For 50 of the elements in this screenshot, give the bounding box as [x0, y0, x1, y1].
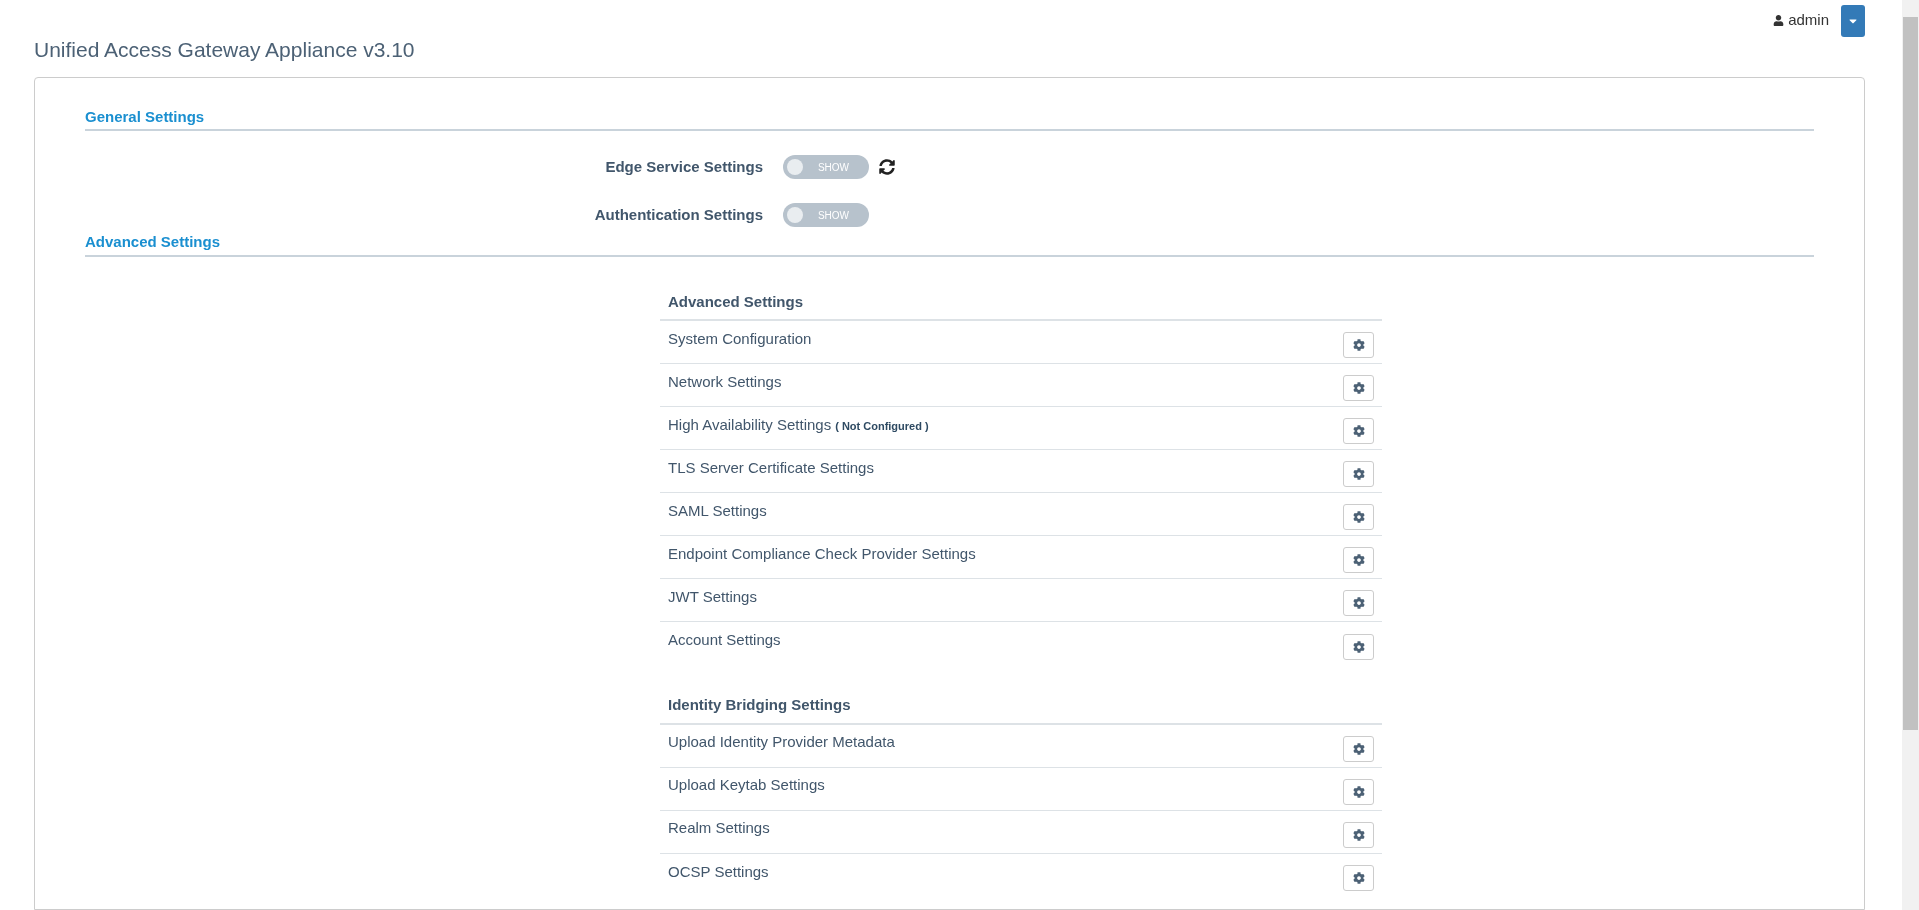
setting-label: Realm Settings: [668, 818, 770, 839]
setting-label: SAML Settings: [668, 500, 767, 521]
setting-label: TLS Server Certificate Settings: [668, 457, 874, 478]
setting-label: JWT Settings: [668, 586, 757, 607]
group-heading: Identity Bridging Settings: [660, 694, 1382, 725]
settings-button[interactable]: [1343, 375, 1374, 401]
setting-label: OCSP Settings: [668, 861, 769, 882]
settings-button[interactable]: [1343, 461, 1374, 487]
settings-icon: [1352, 640, 1365, 653]
settings-button[interactable]: [1343, 633, 1374, 660]
show-toggle[interactable]: SHOW: [783, 155, 869, 179]
settings-icon: [1352, 511, 1365, 523]
settings-icon: [1352, 742, 1365, 755]
user-icon: [1773, 15, 1785, 26]
show-toggle[interactable]: SHOW: [783, 203, 869, 227]
settings-icon: [1352, 872, 1365, 884]
settings-button[interactable]: [1343, 590, 1374, 616]
settings-icon: [1352, 425, 1365, 437]
page-title: Unified Access Gateway Appliance v3.10: [34, 37, 415, 63]
settings-button[interactable]: [1343, 778, 1374, 805]
settings-button[interactable]: [1343, 865, 1374, 891]
settings-button[interactable]: [1343, 821, 1374, 848]
setting-label: Upload Identity Provider Metadata: [668, 732, 895, 753]
settings-icon: [1352, 468, 1365, 480]
settings-icon: [1352, 785, 1365, 798]
settings-button[interactable]: [1343, 547, 1374, 573]
settings-icon: [1352, 597, 1365, 609]
settings-button[interactable]: [1343, 418, 1374, 444]
settings-icon: [1352, 339, 1365, 351]
setting-label: Endpoint Compliance Check Provider Settings: [668, 543, 976, 564]
toggle-label: Edge Service Settings: [604, 156, 764, 177]
settings-icon: [1352, 828, 1365, 841]
setting-label: Account Settings: [668, 630, 781, 651]
scrollbar[interactable]: [1902, 0, 1919, 910]
settings-icon: [1352, 382, 1365, 394]
setting-label: Network Settings: [668, 371, 782, 392]
setting-label: System Configuration: [668, 328, 812, 349]
settings-icon: [1352, 554, 1365, 566]
settings-button[interactable]: [1343, 504, 1374, 530]
refresh-icon[interactable]: [879, 159, 895, 175]
group-heading: Advanced Settings: [660, 290, 1382, 321]
settings-button[interactable]: [1343, 735, 1374, 762]
section-heading: General Settings: [85, 105, 1814, 131]
setting-label: High Availability Settings ( Not Configured ): [668, 414, 929, 435]
user-menu-button[interactable]: [1841, 4, 1865, 37]
toggle-label: Authentication Settings: [593, 204, 764, 225]
settings-button[interactable]: [1343, 332, 1374, 358]
user-name: admin: [1788, 10, 1829, 31]
setting-label: Upload Keytab Settings: [668, 775, 825, 796]
section-heading: Advanced Settings: [85, 231, 1814, 257]
